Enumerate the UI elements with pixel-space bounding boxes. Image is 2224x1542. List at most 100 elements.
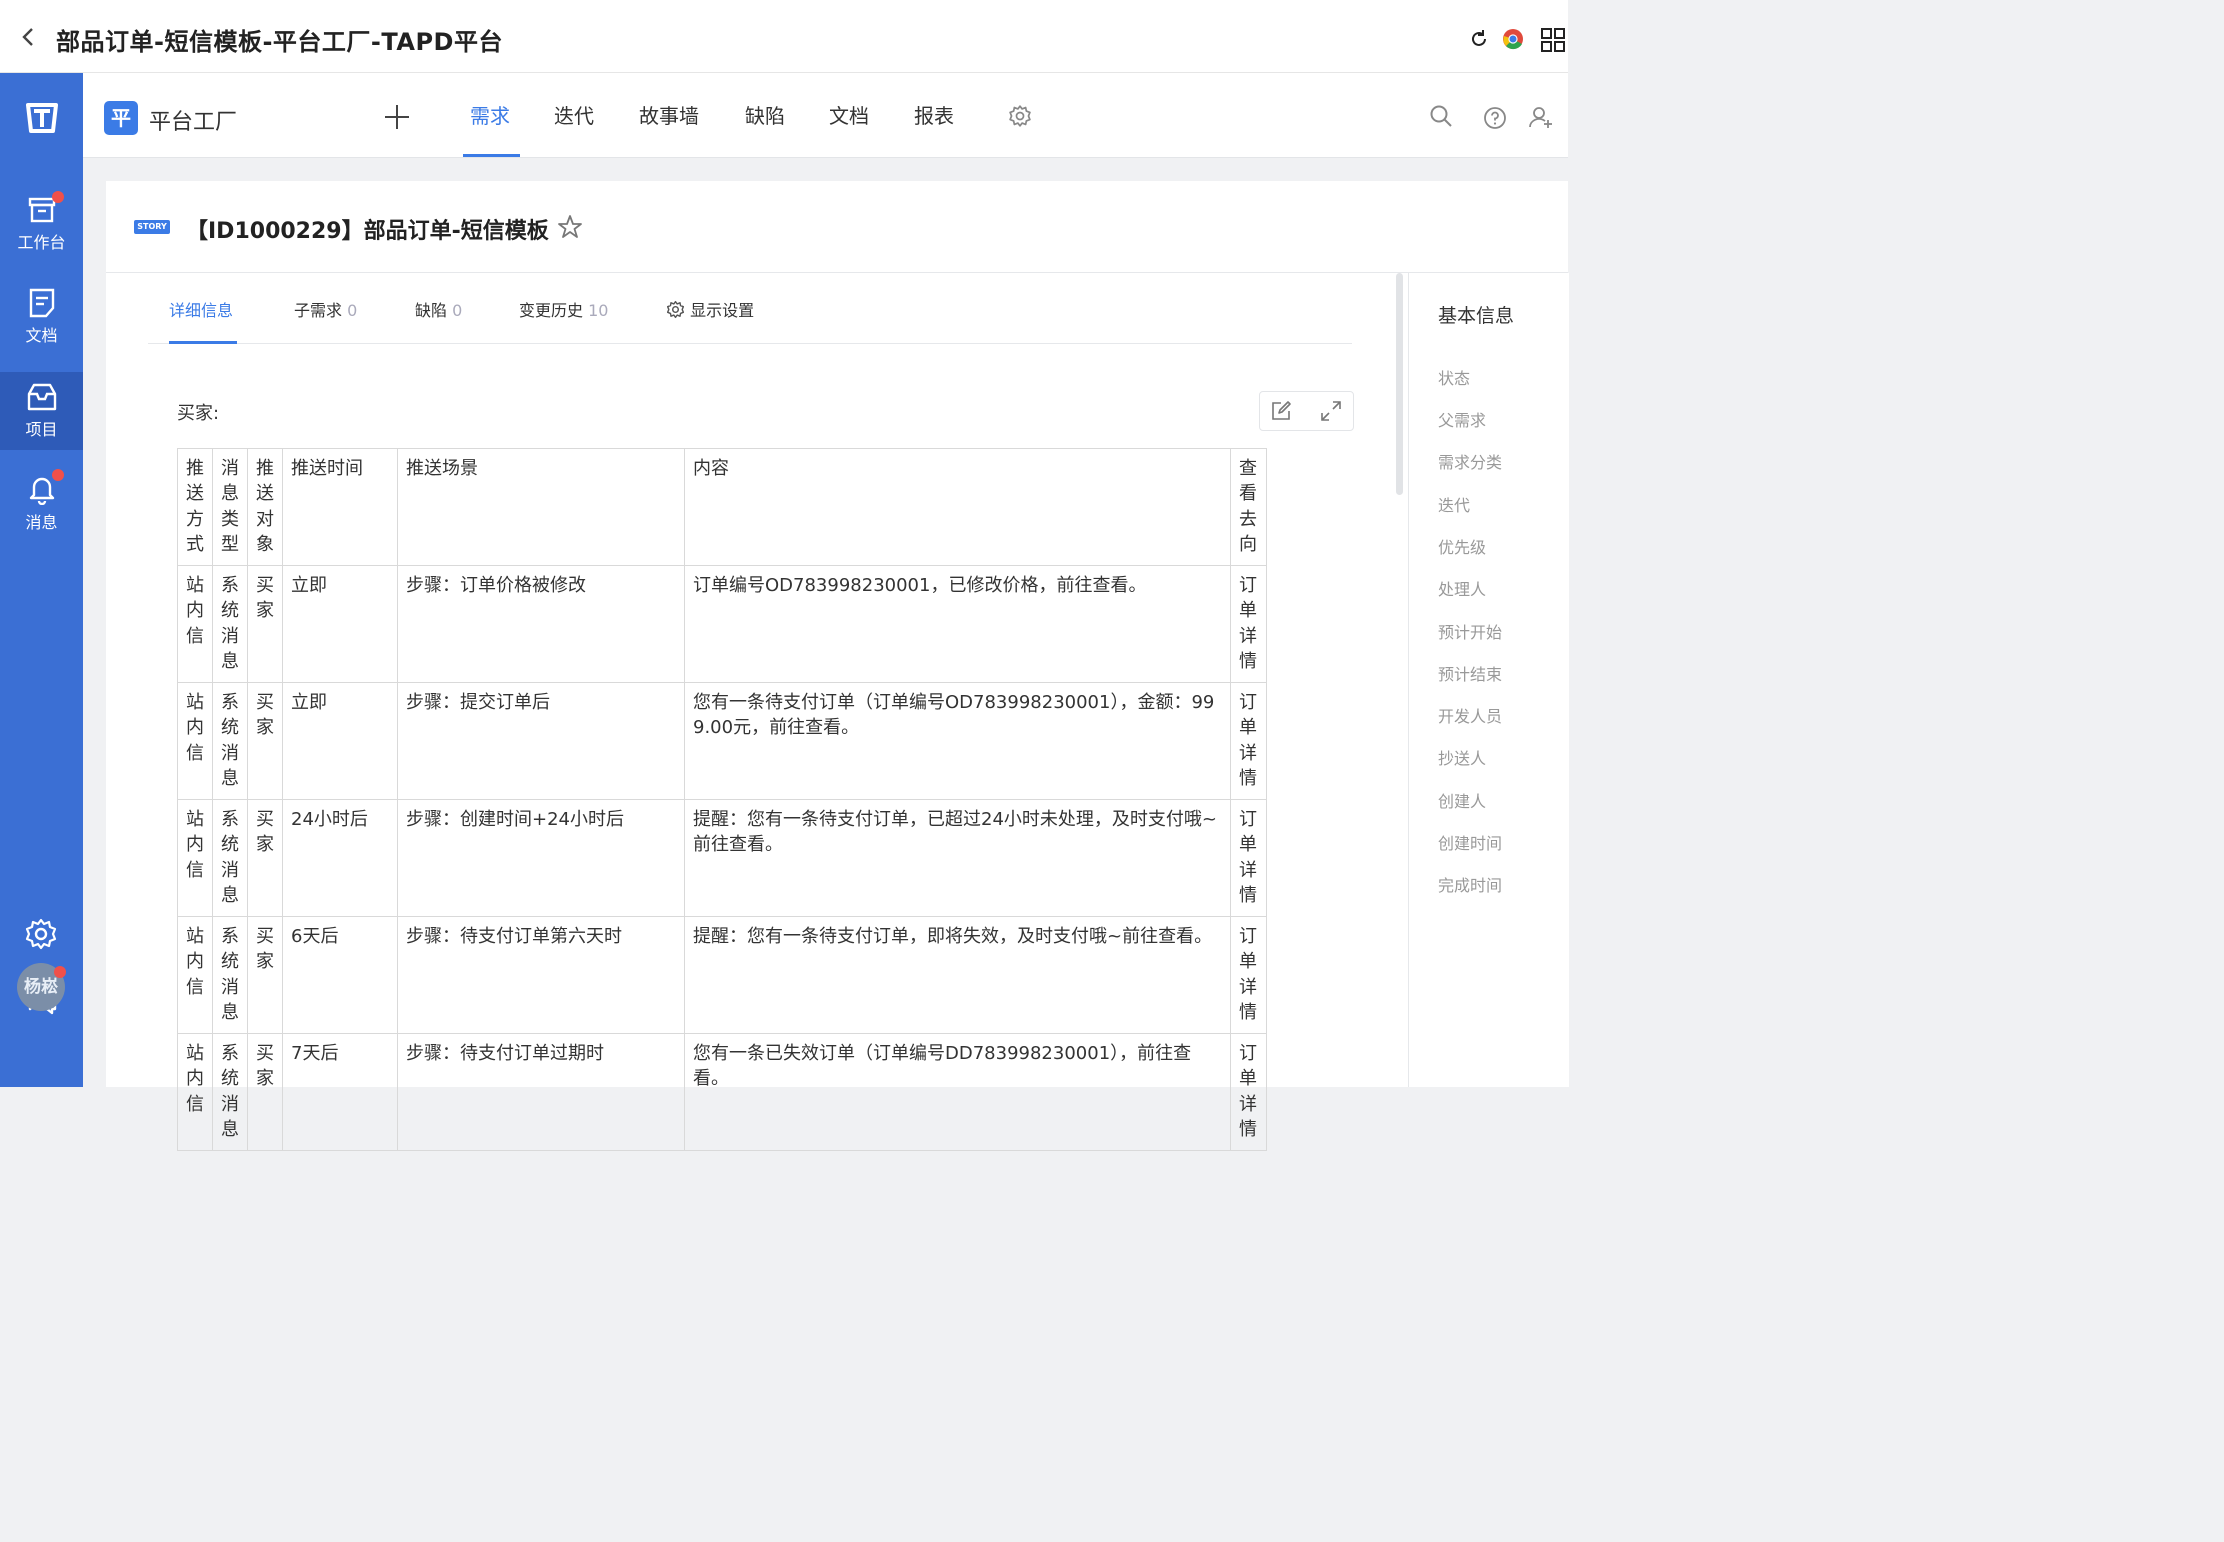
table-cell: 立即 <box>282 682 398 800</box>
settings-gear-icon[interactable] <box>24 917 58 951</box>
field-status: 状态 <box>1438 369 1471 388</box>
active-tab-indicator <box>463 154 520 157</box>
story-title: 【ID1000229】部品订单-短信模板 <box>186 219 549 244</box>
project-badge[interactable]: 平 <box>104 101 138 135</box>
column-header: 推送对象 <box>247 448 283 566</box>
story-type-badge: STORY <box>134 220 170 234</box>
table-cell: 7天后 <box>282 1033 398 1151</box>
notification-dot <box>52 469 64 481</box>
back-arrow-icon[interactable] <box>18 26 40 48</box>
star-icon[interactable] <box>557 214 583 240</box>
sidebar-item-projects[interactable]: 项目 <box>0 372 83 450</box>
help-icon[interactable] <box>1483 106 1507 130</box>
grid-menu-icon[interactable] <box>1541 28 1565 52</box>
tab-iterations[interactable]: 迭代 <box>554 100 594 129</box>
content-scrollbar[interactable] <box>1396 273 1403 495</box>
field-iteration: 迭代 <box>1438 496 1471 515</box>
table-cell: 买家 <box>247 565 283 683</box>
field-cc: 抄送人 <box>1438 749 1487 768</box>
table-header-row: 推送方式 消息类型 推送对象 推送时间 推送场景 内容 查看去向 <box>177 448 1267 566</box>
table-cell: 买家 <box>247 682 283 800</box>
tab-docs[interactable]: 文档 <box>829 100 869 129</box>
story-header: STORY 【ID1000229】部品订单-短信模板 <box>106 181 1568 273</box>
table-cell: 订单编号OD783998230001，已修改价格，前往查看。 <box>684 565 1231 683</box>
project-name[interactable]: 平台工厂 <box>149 104 237 136</box>
sidebar-item-label: 工作台 <box>17 233 66 252</box>
table-cell: 步骤：创建时间+24小时后 <box>397 799 685 917</box>
column-header: 查看去向 <box>1230 448 1267 566</box>
tab-defects[interactable]: 缺陷 <box>745 100 785 129</box>
table-cell: 系统消息 <box>212 682 248 800</box>
table-cell: 立即 <box>282 565 398 683</box>
column-header: 内容 <box>684 448 1231 566</box>
table-cell: 买家 <box>247 916 283 1034</box>
window-title: 部品订单-短信模板-平台工厂-TAPD平台 <box>56 28 503 56</box>
project-box-icon <box>27 383 56 411</box>
subtab-details[interactable]: 详细信息 <box>169 297 233 321</box>
field-category: 需求分类 <box>1438 453 1503 472</box>
search-icon[interactable] <box>1429 104 1453 128</box>
title-bar: 部品订单-短信模板-平台工厂-TAPD平台 <box>0 0 1568 73</box>
table-cell: 系统消息 <box>212 1033 248 1151</box>
table-cell: 站内信 <box>177 916 213 1034</box>
field-parent: 父需求 <box>1438 411 1487 430</box>
add-member-icon[interactable] <box>1528 105 1554 129</box>
table-cell: 站内信 <box>177 682 213 800</box>
tab-reports[interactable]: 报表 <box>914 100 954 129</box>
basic-info-title: 基本信息 <box>1438 305 1515 327</box>
subtab-display-settings[interactable]: 显示设置 <box>666 297 754 321</box>
table-cell: 买家 <box>247 1033 283 1151</box>
table-row: 站内信 系统消息 买家 立即 步骤：订单价格被修改 订单编号OD78399823… <box>177 565 1267 683</box>
plus-icon[interactable] <box>383 103 411 131</box>
table-cell: 步骤：待支付订单第六天时 <box>397 916 685 1034</box>
notification-dot <box>54 966 66 978</box>
sidebar-item-label: 消息 <box>25 513 58 532</box>
tab-requirements[interactable]: 需求 <box>470 100 510 129</box>
subtab-defects[interactable]: 缺陷 0 <box>415 297 462 321</box>
document-icon <box>29 288 54 318</box>
tapd-logo-icon[interactable] <box>22 97 62 137</box>
table-cell: 提醒：您有一条待支付订单，已超过24小时未处理，及时支付哦~前往查看。 <box>684 799 1231 917</box>
table-cell: 站内信 <box>177 799 213 917</box>
field-developer: 开发人员 <box>1438 707 1503 726</box>
subtab-count: 0 <box>452 301 463 320</box>
subtab-change-history[interactable]: 变更历史 10 <box>519 297 608 321</box>
sidebar-item-workbench[interactable]: 工作台 <box>0 191 83 273</box>
basic-info-panel: 基本信息 状态 父需求 需求分类 迭代 优先级 处理人 预计开始 预计结束 开发… <box>1408 273 1569 1087</box>
table-cell: 订单详情 <box>1230 799 1267 917</box>
column-header: 消息类型 <box>212 448 248 566</box>
editor-toolbar <box>1259 391 1354 431</box>
table-cell: 6天后 <box>282 916 398 1034</box>
table-cell: 系统消息 <box>212 565 248 683</box>
edit-icon[interactable] <box>1270 400 1292 422</box>
table-cell: 24小时后 <box>282 799 398 917</box>
story-detail-panel: STORY 【ID1000229】部品订单-短信模板 详细信息 子需求 0 缺陷… <box>106 181 1569 1151</box>
table-cell: 订单详情 <box>1230 565 1267 683</box>
table-cell: 系统消息 <box>212 916 248 1034</box>
table-cell: 提醒：您有一条待支付订单，即将失效，及时支付哦~前往查看。 <box>684 916 1231 1034</box>
tab-story-wall[interactable]: 故事墙 <box>639 100 699 129</box>
sidebar-item-docs[interactable]: 文档 <box>0 288 83 366</box>
table-cell: 订单详情 <box>1230 1033 1267 1151</box>
project-top-nav: 平 平台工厂 需求 迭代 故事墙 缺陷 文档 报表 <box>83 73 1568 158</box>
subtab-divider <box>148 343 1352 344</box>
subtab-child-stories[interactable]: 子需求 0 <box>294 297 357 321</box>
table-cell: 步骤：待支付订单过期时 <box>397 1033 685 1151</box>
table-row: 站内信 系统消息 买家 7天后 步骤：待支付订单过期时 您有一条已失效订单（订单… <box>177 1033 1267 1151</box>
sms-template-table: 推送方式 消息类型 推送对象 推送时间 推送场景 内容 查看去向 站内信 系统消… <box>177 448 1267 1151</box>
table-cell: 系统消息 <box>212 799 248 917</box>
chrome-icon[interactable] <box>1502 28 1524 50</box>
field-creator: 创建人 <box>1438 792 1487 811</box>
refresh-icon[interactable] <box>1468 28 1490 50</box>
subtab-count: 0 <box>347 301 358 320</box>
table-cell: 您有一条待支付订单（订单编号OD783998230001），金额：999.00元… <box>684 682 1231 800</box>
sidebar-item-messages[interactable]: 消息 <box>0 469 83 551</box>
column-header: 推送场景 <box>397 448 685 566</box>
table-row: 站内信 系统消息 买家 立即 步骤：提交订单后 您有一条待支付订单（订单编号OD… <box>177 682 1267 800</box>
table-cell: 步骤：提交订单后 <box>397 682 685 800</box>
table-cell: 站内信 <box>177 565 213 683</box>
project-settings-gear-icon[interactable] <box>1008 104 1032 128</box>
fullscreen-expand-icon[interactable] <box>1320 400 1342 422</box>
field-handler: 处理人 <box>1438 580 1487 599</box>
notification-dot <box>52 191 64 203</box>
